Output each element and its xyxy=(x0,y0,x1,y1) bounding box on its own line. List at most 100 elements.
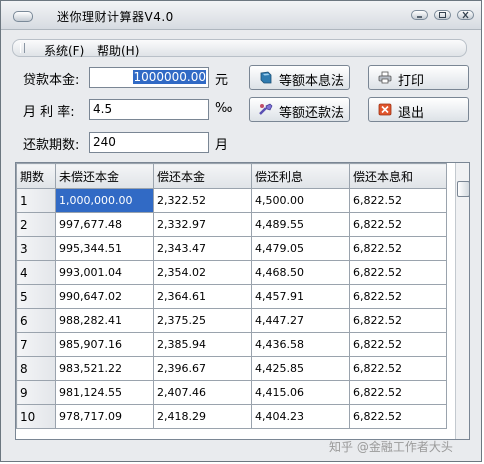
table-cell[interactable]: 985,907.16 xyxy=(55,332,154,357)
table-cell[interactable]: 6,822.52 xyxy=(349,332,447,357)
table-row[interactable]: 4 993,001.04 2,354.02 4,468.50 6,822.52 xyxy=(16,260,447,285)
print-button[interactable]: 打印 xyxy=(368,65,469,90)
table-cell[interactable]: 978,717.09 xyxy=(55,404,154,429)
table-cell[interactable]: 4,457.91 xyxy=(251,284,350,309)
principal-label: 贷款本金: xyxy=(23,73,80,88)
table-row[interactable]: 8 983,521.22 2,396.67 4,425.85 6,822.52 xyxy=(16,356,447,381)
table-header-row: 期数 未偿还本金 偿还本金 偿还利息 偿还本息和 xyxy=(16,163,447,189)
table-cell[interactable]: 4,404.23 xyxy=(251,404,350,429)
table-cell[interactable]: 995,344.51 xyxy=(55,236,154,261)
window-menu-icon[interactable] xyxy=(13,11,33,22)
table-row[interactable]: 9 981,124.55 2,407.46 4,415.06 6,822.52 xyxy=(16,380,447,405)
table-cell[interactable]: 990,647.02 xyxy=(55,284,154,309)
table-cell[interactable]: 993,001.04 xyxy=(55,260,154,285)
table-cell[interactable]: 6,822.52 xyxy=(349,380,447,405)
table-cell[interactable]: 4,436.58 xyxy=(251,332,350,357)
menu-system[interactable]: 系统(F) xyxy=(44,42,84,59)
row-index-cell[interactable]: 5 xyxy=(16,284,56,309)
rate-unit: ‰ xyxy=(215,101,233,116)
table-row[interactable]: 5 990,647.02 2,364.61 4,457.91 6,822.52 xyxy=(16,284,447,309)
equal-principal-button[interactable]: 等额还款法 xyxy=(249,97,350,122)
close-button[interactable] xyxy=(457,10,474,20)
table-cell[interactable]: 2,343.47 xyxy=(153,236,252,261)
row-index-cell[interactable]: 1 xyxy=(16,188,56,213)
table-cell[interactable]: 983,521.22 xyxy=(55,356,154,381)
column-header[interactable]: 期数 xyxy=(16,163,56,189)
tools-icon xyxy=(259,103,273,115)
table-cell[interactable]: 2,322.52 xyxy=(153,188,252,213)
exit-label: 退出 xyxy=(398,106,425,121)
periods-label: 还款期数: xyxy=(23,138,80,153)
table-cell[interactable]: 2,385.94 xyxy=(153,332,252,357)
close-x-icon xyxy=(378,103,392,116)
table-cell[interactable]: 997,677.48 xyxy=(55,212,154,237)
table-cell[interactable]: 6,822.52 xyxy=(349,236,447,261)
row-index-cell[interactable]: 10 xyxy=(16,404,56,429)
row-index-cell[interactable]: 6 xyxy=(16,308,56,333)
exit-button[interactable]: 退出 xyxy=(368,97,469,122)
table-row[interactable]: 3 995,344.51 2,343.47 4,479.05 6,822.52 xyxy=(16,236,447,261)
minimize-button[interactable] xyxy=(411,10,428,20)
table-row[interactable]: 1 1,000,000.00 2,322.52 4,500.00 6,822.52 xyxy=(16,188,447,213)
table-cell[interactable]: 4,415.06 xyxy=(251,380,350,405)
table-cell[interactable]: 6,822.52 xyxy=(349,356,447,381)
watermark-text: 知乎 @金融工作者大头 xyxy=(329,440,453,454)
table-cell[interactable]: 4,479.05 xyxy=(251,236,350,261)
table-cell[interactable]: 4,425.85 xyxy=(251,356,350,381)
table-cell[interactable]: 6,822.52 xyxy=(349,284,447,309)
table-cell[interactable]: 6,822.52 xyxy=(349,308,447,333)
periods-unit: 月 xyxy=(215,138,229,153)
window-title: 迷你理财计算器V4.0 xyxy=(57,10,174,24)
table-cell[interactable]: 2,354.02 xyxy=(153,260,252,285)
scrollbar-thumb[interactable] xyxy=(457,181,469,197)
table-cell[interactable]: 981,124.55 xyxy=(55,380,154,405)
table-cell[interactable]: 6,822.52 xyxy=(349,212,447,237)
table-cell[interactable]: 4,489.55 xyxy=(251,212,350,237)
table-cell[interactable]: 6,822.52 xyxy=(349,188,447,213)
title-bar[interactable]: 迷你理财计算器V4.0 xyxy=(1,1,481,30)
table-cell[interactable]: 2,407.46 xyxy=(153,380,252,405)
row-index-cell[interactable]: 8 xyxy=(16,356,56,381)
table-cell[interactable]: 2,364.61 xyxy=(153,284,252,309)
equal-payment-label: 等额本息法 xyxy=(279,74,345,89)
table-cell[interactable]: 2,375.25 xyxy=(153,308,252,333)
equal-principal-label: 等额还款法 xyxy=(279,106,345,121)
principal-value: 1000000.00 xyxy=(133,70,206,84)
table-cell[interactable]: 4,500.00 xyxy=(251,188,350,213)
table-row[interactable]: 2 997,677.48 2,332.97 4,489.55 6,822.52 xyxy=(16,212,447,237)
table-row[interactable]: 7 985,907.16 2,385.94 4,436.58 6,822.52 xyxy=(16,332,447,357)
row-index-cell[interactable]: 7 xyxy=(16,332,56,357)
rate-input[interactable]: 4.5 xyxy=(89,99,209,120)
table-cell[interactable]: 1,000,000.00 xyxy=(55,188,154,213)
row-index-cell[interactable]: 2 xyxy=(16,212,56,237)
column-header[interactable]: 偿还利息 xyxy=(251,163,350,189)
table-row[interactable]: 6 988,282.41 2,375.25 4,447.27 6,822.52 xyxy=(16,308,447,333)
periods-input[interactable]: 240 xyxy=(89,132,209,153)
amortization-table: 期数 未偿还本金 偿还本金 偿还利息 偿还本息和 1 1,000,000.00 2,… xyxy=(15,162,470,440)
print-label: 打印 xyxy=(398,74,425,89)
column-header[interactable]: 偿还本息和 xyxy=(349,163,447,189)
table-row[interactable]: 10 978,717.09 2,418.29 4,404.23 6,822.52 xyxy=(16,404,447,429)
table-cell[interactable]: 6,822.52 xyxy=(349,404,447,429)
table-cell[interactable]: 2,418.29 xyxy=(153,404,252,429)
table-cell[interactable]: 2,396.67 xyxy=(153,356,252,381)
table-cell[interactable]: 6,822.52 xyxy=(349,260,447,285)
row-index-cell[interactable]: 4 xyxy=(16,260,56,285)
vertical-scrollbar[interactable] xyxy=(455,163,469,439)
principal-input[interactable]: 1000000.00 xyxy=(89,67,209,88)
menu-grip-icon xyxy=(20,43,25,53)
table-cell[interactable]: 4,468.50 xyxy=(251,260,350,285)
column-header[interactable]: 偿还本金 xyxy=(153,163,252,189)
book-icon xyxy=(260,71,272,84)
table-cell[interactable]: 2,332.97 xyxy=(153,212,252,237)
app-window: 迷你理财计算器V4.0 系统(F) 帮助(H) 贷款本金: 1000000.00… xyxy=(0,0,482,462)
printer-icon xyxy=(378,71,392,84)
table-cell[interactable]: 988,282.41 xyxy=(55,308,154,333)
maximize-button[interactable] xyxy=(434,10,451,20)
column-header[interactable]: 未偿还本金 xyxy=(55,163,154,189)
equal-payment-button[interactable]: 等额本息法 xyxy=(249,65,350,90)
row-index-cell[interactable]: 9 xyxy=(16,380,56,405)
row-index-cell[interactable]: 3 xyxy=(16,236,56,261)
menu-help[interactable]: 帮助(H) xyxy=(97,42,139,59)
table-cell[interactable]: 4,447.27 xyxy=(251,308,350,333)
